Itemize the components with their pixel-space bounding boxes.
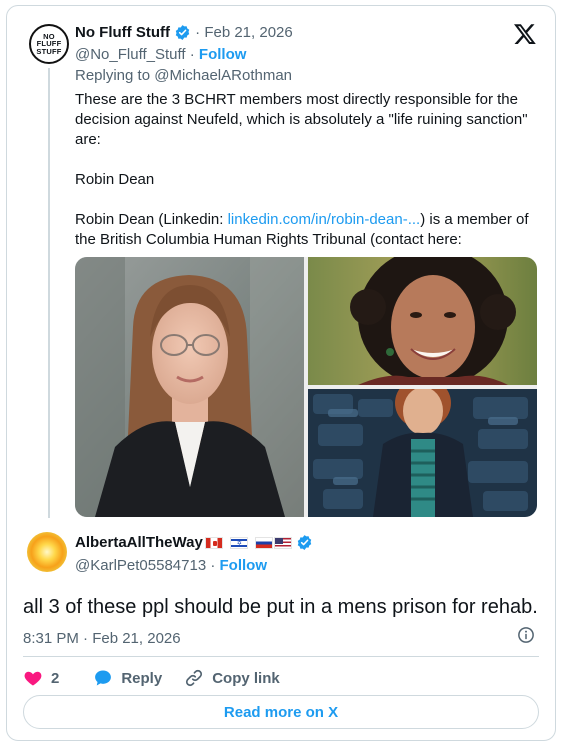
russia-flag-icon bbox=[254, 536, 273, 549]
main-follow-button[interactable]: Follow bbox=[220, 557, 268, 574]
photo-woman-bottom-right[interactable] bbox=[308, 389, 537, 517]
linkedin-link[interactable]: linkedin.com/in/robin-dean-... bbox=[228, 211, 421, 228]
canada-flag-icon bbox=[204, 536, 223, 549]
heart-icon bbox=[24, 671, 42, 686]
quoted-text-paragraph: Robin Dean (Linkedin: linkedin.com/in/ro… bbox=[75, 210, 541, 250]
avatar-text-line: STUFF bbox=[36, 46, 62, 56]
photo-woman-left[interactable] bbox=[75, 257, 304, 517]
quoted-author-name[interactable]: No Fluff Stuff bbox=[75, 24, 170, 41]
read-more-button[interactable]: Read more on X bbox=[23, 695, 539, 729]
main-handle-row: @KarlPet05584713 · Follow bbox=[75, 557, 267, 574]
separator-dot: · bbox=[206, 557, 220, 574]
main-author-name[interactable]: AlbertaAllTheWay bbox=[75, 534, 203, 551]
usa-flag-icon bbox=[273, 536, 292, 549]
reply-button[interactable]: Reply bbox=[93, 668, 162, 688]
main-author-row: AlbertaAllTheWay ✡ bbox=[75, 534, 313, 551]
photo-woman-top-right[interactable] bbox=[308, 257, 537, 385]
quoted-author-row: No Fluff Stuff · Feb 21, 2026 bbox=[75, 24, 293, 41]
main-tweet-timestamp[interactable]: 8:31 PM · Feb 21, 2026 bbox=[23, 630, 181, 647]
quoted-author-avatar[interactable]: NO FLUFF STUFF bbox=[29, 24, 69, 64]
quoted-text-paragraph: Robin Dean bbox=[75, 171, 155, 188]
verified-badge-icon bbox=[175, 25, 190, 40]
main-handle[interactable]: @KarlPet05584713 bbox=[75, 557, 206, 574]
separator-dot: · bbox=[190, 24, 205, 41]
verified-badge-icon bbox=[297, 535, 312, 550]
main-tweet-text: all 3 of these ppl should be put in a me… bbox=[23, 596, 538, 618]
separator-dot: · bbox=[185, 46, 199, 63]
like-count: 2 bbox=[51, 669, 60, 687]
copy-link-button[interactable]: Copy link bbox=[184, 668, 280, 688]
replying-to-handle[interactable]: @MichaelARothman bbox=[154, 67, 292, 84]
x-logo-icon[interactable] bbox=[513, 22, 537, 46]
info-icon[interactable] bbox=[517, 626, 535, 644]
quoted-text-span: Robin Dean (Linkedin: bbox=[75, 211, 228, 228]
copy-link-label: Copy link bbox=[212, 669, 280, 687]
quoted-follow-button[interactable]: Follow bbox=[199, 46, 247, 63]
image-grid bbox=[75, 257, 537, 517]
link-icon bbox=[186, 669, 203, 687]
quoted-tweet-text: These are the 3 BCHRT members most direc… bbox=[75, 90, 541, 250]
tweet-embed-card: NO FLUFF STUFF No Fluff Stuff · Feb 21, … bbox=[6, 5, 556, 741]
reply-label: Reply bbox=[121, 669, 163, 687]
quoted-text-paragraph: These are the 3 BCHRT members most direc… bbox=[75, 91, 528, 148]
israel-flag-icon: ✡ bbox=[229, 536, 248, 549]
divider bbox=[23, 656, 539, 657]
replying-to-row: Replying to @MichaelARothman bbox=[75, 67, 292, 84]
replying-to-prefix: Replying to bbox=[75, 67, 155, 84]
quoted-date[interactable]: Feb 21, 2026 bbox=[204, 24, 292, 41]
quoted-handle-row: @No_Fluff_Stuff · Follow bbox=[75, 46, 246, 63]
main-author-avatar[interactable] bbox=[27, 532, 67, 572]
thread-line bbox=[48, 68, 50, 518]
action-bar: 2 Reply Copy link bbox=[23, 668, 302, 688]
like-button[interactable]: 2 bbox=[23, 668, 59, 688]
quoted-handle[interactable]: @No_Fluff_Stuff bbox=[75, 46, 186, 63]
reply-bubble-icon bbox=[95, 670, 112, 686]
